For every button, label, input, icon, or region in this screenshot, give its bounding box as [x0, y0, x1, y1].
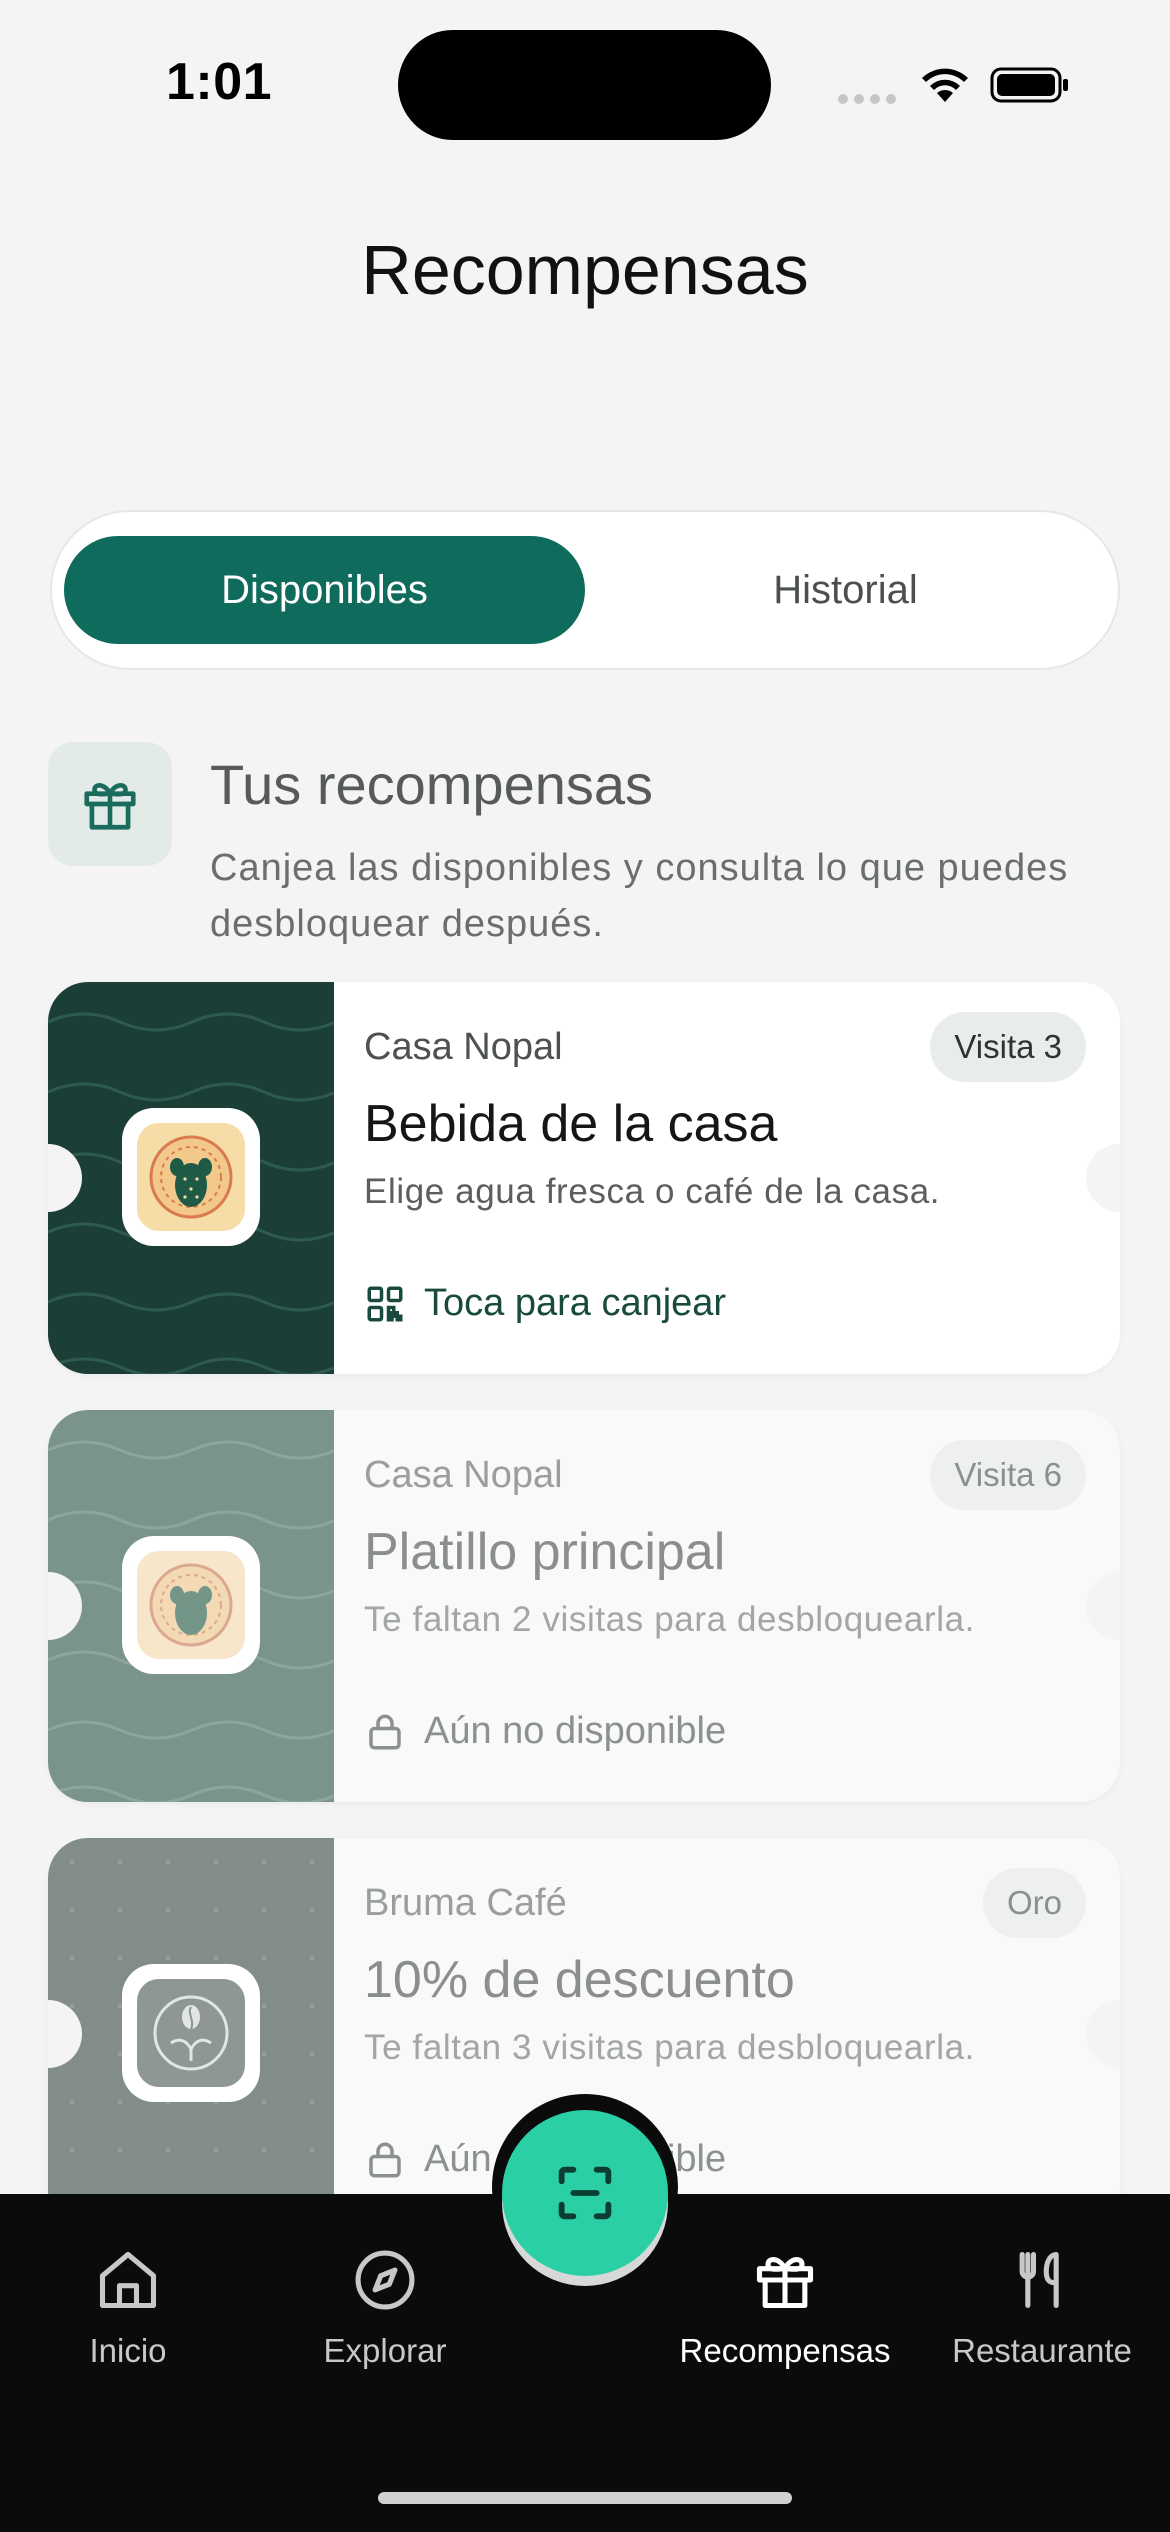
nav-label: Restaurante [952, 2332, 1132, 2369]
nav-item-restaurante[interactable]: Restaurante [912, 2246, 1170, 2370]
cactus-logo-icon [149, 1563, 233, 1647]
reward-title: 10% de descuento [364, 1951, 795, 2009]
cactus-logo-icon [149, 1135, 233, 1219]
restaurant-name: Bruma Café [364, 1882, 567, 1924]
reward-card[interactable]: Casa Nopal Visita 3 Bebida de la casa El… [48, 982, 1120, 1374]
lock-icon [369, 1714, 401, 1749]
card-pattern-panel [48, 1410, 337, 1802]
page-title: Recompensas [361, 231, 809, 309]
tab-disponibles[interactable]: Disponibles [64, 536, 585, 644]
nav-item-explorar[interactable]: Explorar [255, 2246, 515, 2370]
visit-badge: Visita 3 [930, 1012, 1086, 1082]
rewards-tabs: Disponibles Historial [50, 510, 1120, 670]
locked-status: Aún no disponible [364, 1710, 726, 1753]
wifi-icon [922, 68, 968, 102]
card-pattern-panel [48, 1838, 334, 2230]
nav-item-recompensas[interactable]: Recompensas [655, 2246, 915, 2370]
dynamic-island [398, 30, 771, 140]
restaurant-name: Casa Nopal [364, 1454, 563, 1496]
scan-button[interactable] [502, 2110, 668, 2276]
fork-knife-icon [1019, 2251, 1059, 2309]
tab-historial[interactable]: Historial [585, 536, 1106, 644]
reward-description: Te faltan 2 visitas para desbloquearla. [364, 1600, 975, 1639]
card-pattern-panel [48, 982, 337, 1374]
section-subtitle: Canjea las disponibles y consulta lo que… [210, 847, 1069, 945]
nav-label: Recompensas [679, 2332, 891, 2369]
gift-icon [756, 2257, 814, 2309]
reward-description: Te faltan 3 visitas para desbloquearla. [364, 2028, 975, 2067]
redeem-action[interactable]: Toca para canjear [364, 1282, 726, 1325]
status-bar: 1:01 [0, 0, 1170, 170]
reward-description: Elige agua fresca o café de la casa. [364, 1172, 941, 1211]
section-title: Tus recompensas [210, 753, 653, 816]
locked-label: Aún no disponible [424, 1710, 727, 1752]
nav-item-inicio[interactable]: Inicio [0, 2246, 258, 2370]
visit-badge: Visita 6 [930, 1440, 1086, 1510]
reward-card[interactable]: Casa Nopal Visita 6 Platillo principal T… [48, 1410, 1120, 1802]
restaurant-logo [122, 1536, 260, 1674]
coffee-leaf-logo-icon [153, 1995, 229, 2071]
status-time: 1:01 [166, 53, 273, 111]
tier-badge: Oro [982, 1868, 1086, 1938]
nav-label: Inicio [89, 2332, 167, 2369]
redeem-label: Toca para canjear [424, 1282, 727, 1324]
reward-title: Platillo principal [364, 1523, 726, 1581]
reward-title: Bebida de la casa [364, 1095, 778, 1153]
gift-icon [84, 783, 136, 830]
restaurant-logo [122, 1108, 260, 1246]
nav-label: Explorar [323, 2332, 447, 2369]
qr-code-icon [367, 1286, 403, 1321]
home-icon [99, 2251, 157, 2309]
signal-icon [838, 94, 896, 104]
restaurant-name: Casa Nopal [364, 1026, 563, 1068]
lock-icon [369, 2142, 401, 2177]
compass-icon [355, 2250, 415, 2310]
restaurant-logo [122, 1964, 260, 2102]
home-indicator [378, 2492, 792, 2504]
scan-icon [558, 2166, 612, 2220]
battery-icon [990, 67, 1068, 103]
section-icon-tile [48, 742, 172, 866]
